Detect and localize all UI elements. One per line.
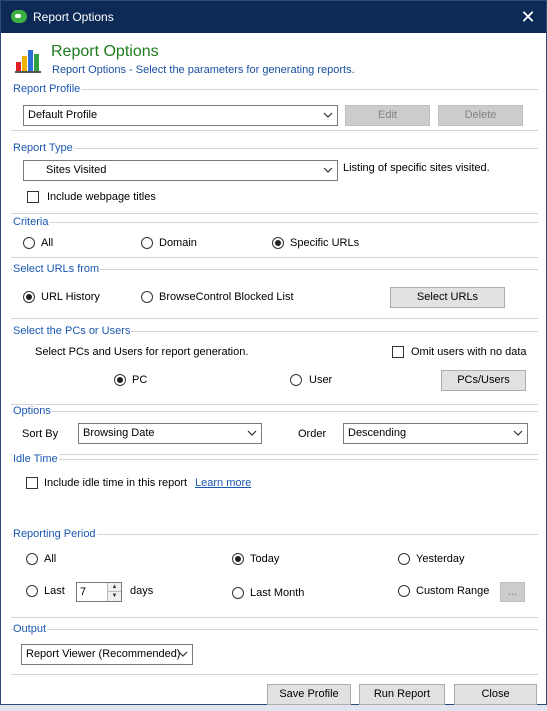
edit-profile-button[interactable]: Edit <box>345 105 430 126</box>
report-profile-value: Default Profile <box>28 109 98 121</box>
url-history-radio[interactable] <box>23 291 35 303</box>
output-select[interactable]: Report Viewer (Recommended) <box>21 644 193 665</box>
period-all-radio[interactable] <box>26 553 38 565</box>
order-select[interactable]: Descending <box>343 423 528 444</box>
reporting-period-group: Reporting Period <box>11 528 538 618</box>
page-title: Report Options <box>51 43 159 60</box>
pcs-users-group: Select the PCs or Users <box>11 325 538 405</box>
chevron-down-icon <box>247 430 257 436</box>
include-idle-time-checkbox[interactable] <box>26 477 38 489</box>
url-history-label: URL History <box>41 291 100 303</box>
criteria-all-label: All <box>41 237 54 249</box>
criteria-specific-urls-radio[interactable] <box>272 237 284 249</box>
blocked-list-radio[interactable] <box>141 291 153 303</box>
criteria-all-radio[interactable] <box>23 237 35 249</box>
last-days-stepper[interactable]: 7 ▲ ▼ <box>76 582 122 602</box>
blocked-list-label: BrowseControl Blocked List <box>159 291 294 303</box>
app-icon <box>11 10 27 23</box>
pc-label: PC <box>132 374 148 386</box>
report-options-window: Report Options ✕ Report Options Report O… <box>0 0 547 705</box>
include-webpage-titles-label: Include webpage titles <box>47 191 156 203</box>
output-value: Report Viewer (Recommended) <box>26 648 181 660</box>
options-label: Options <box>12 405 52 417</box>
report-type-select[interactable]: Sites Visited <box>23 160 338 181</box>
period-today-radio[interactable] <box>232 553 244 565</box>
order-label: Order <box>298 428 327 440</box>
window-title: Report Options <box>33 10 114 24</box>
omit-users-checkbox[interactable] <box>392 346 404 358</box>
desktop-background <box>0 705 547 711</box>
period-yesterday-radio[interactable] <box>398 553 410 565</box>
pc-radio[interactable] <box>114 374 126 386</box>
criteria-label: Criteria <box>12 216 50 228</box>
close-button[interactable]: Close <box>454 684 537 705</box>
report-type-value: Sites Visited <box>46 164 107 176</box>
last-days-value: 7 <box>80 586 87 598</box>
sort-by-select[interactable]: Browsing Date <box>78 423 262 444</box>
custom-range-button[interactable]: ... <box>500 582 525 602</box>
user-label: User <box>309 374 333 386</box>
criteria-domain-radio[interactable] <box>141 237 153 249</box>
period-custom-range-label: Custom Range <box>416 585 490 597</box>
chevron-down-icon <box>178 651 188 657</box>
period-yesterday-label: Yesterday <box>416 553 465 565</box>
chevron-down-icon <box>323 167 333 173</box>
period-last-month-radio[interactable] <box>232 587 244 599</box>
output-label: Output <box>12 623 48 635</box>
user-radio[interactable] <box>290 374 302 386</box>
stepper-up-icon[interactable]: ▲ <box>107 583 121 592</box>
close-icon[interactable]: ✕ <box>516 5 540 29</box>
title-bar: Report Options ✕ <box>1 1 546 33</box>
period-last-radio[interactable] <box>26 585 38 597</box>
period-custom-range-radio[interactable] <box>398 585 410 597</box>
select-urls-button[interactable]: Select URLs <box>390 287 505 308</box>
save-profile-button[interactable]: Save Profile <box>267 684 351 705</box>
report-type-label: Report Type <box>12 142 74 154</box>
pcs-users-label: Select the PCs or Users <box>12 325 132 337</box>
include-webpage-titles-checkbox[interactable] <box>27 191 39 203</box>
period-today-label: Today <box>250 553 280 565</box>
pcs-users-button[interactable]: PCs/Users <box>441 370 526 391</box>
report-profile-label: Report Profile <box>12 83 82 95</box>
report-type-description: Listing of specific sites visited. <box>343 162 490 174</box>
select-urls-label: Select URLs from <box>12 263 101 275</box>
include-idle-time-label: Include idle time in this report <box>44 477 188 489</box>
report-chart-icon <box>15 50 41 73</box>
run-report-button[interactable]: Run Report <box>359 684 445 705</box>
chevron-down-icon <box>513 430 523 436</box>
sort-by-value: Browsing Date <box>83 427 155 439</box>
chevron-down-icon <box>323 112 333 118</box>
reporting-period-label: Reporting Period <box>12 528 97 540</box>
idle-time-label: Idle Time <box>12 453 59 465</box>
period-last-label: Last <box>44 585 65 597</box>
criteria-domain-label: Domain <box>159 237 197 249</box>
delete-profile-button[interactable]: Delete <box>438 105 523 126</box>
pcs-users-instruction: Select PCs and Users for report generati… <box>35 346 249 358</box>
criteria-specific-urls-label: Specific URLs <box>290 237 360 249</box>
page-subtitle: Report Options - Select the parameters f… <box>52 64 355 76</box>
stepper-down-icon[interactable]: ▼ <box>107 592 121 601</box>
learn-more-link[interactable]: Learn more <box>195 477 251 489</box>
report-profile-select[interactable]: Default Profile <box>23 105 338 126</box>
omit-users-label: Omit users with no data <box>411 346 527 358</box>
report-type-group: Report Type <box>11 142 538 214</box>
period-last-month-label: Last Month <box>250 587 305 599</box>
period-all-label: All <box>44 553 57 565</box>
order-value: Descending <box>348 427 407 439</box>
sort-by-label: Sort By <box>22 428 59 440</box>
days-label: days <box>130 585 154 597</box>
